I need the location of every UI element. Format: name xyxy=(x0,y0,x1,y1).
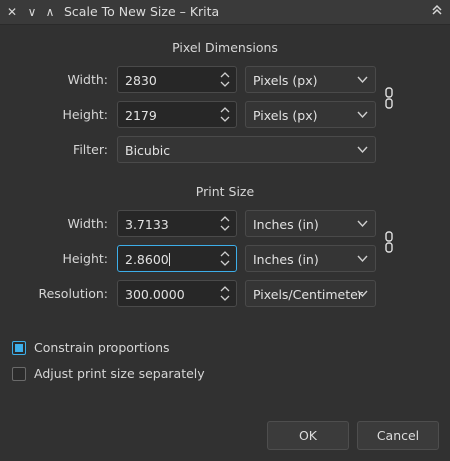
resolution-unit-select[interactable]: Pixels/Centimeter xyxy=(245,280,376,307)
print-size-heading: Print Size xyxy=(195,184,255,199)
print-width-label: Width: xyxy=(67,216,108,231)
print-height-unit-value: Inches (in) xyxy=(253,252,319,267)
spin-arrows-icon[interactable] xyxy=(219,248,231,269)
chevron-down-icon xyxy=(357,111,368,119)
title-bar: ✕ ∨ ∧ Scale To New Size – Krita xyxy=(0,0,450,25)
pixel-width-unit-value: Pixels (px) xyxy=(253,73,318,88)
pixel-chain-link-icon[interactable] xyxy=(385,87,393,109)
filter-select[interactable]: Bicubic xyxy=(117,136,376,163)
chevron-down-icon xyxy=(357,290,368,298)
spin-arrows-icon[interactable] xyxy=(219,69,231,90)
chevron-down-icon xyxy=(357,146,368,154)
pixel-height-unit-value: Pixels (px) xyxy=(253,108,318,123)
spin-arrows-icon[interactable] xyxy=(219,213,231,234)
print-height-label: Height: xyxy=(62,251,108,266)
pixel-width-label: Width: xyxy=(67,72,108,87)
filter-value: Bicubic xyxy=(125,143,171,158)
chevron-down-icon xyxy=(357,220,368,228)
constrain-proportions-checkbox[interactable] xyxy=(12,341,26,355)
print-height-spinbox[interactable]: 2.8600 xyxy=(117,245,237,272)
ok-button[interactable]: OK xyxy=(267,421,349,450)
resolution-unit-value: Pixels/Centimeter xyxy=(253,287,363,302)
pixel-height-spinbox[interactable]: 2179 xyxy=(117,101,237,128)
pixel-dimensions-heading: Pixel Dimensions xyxy=(172,40,278,55)
print-width-unit-value: Inches (in) xyxy=(253,217,319,232)
minimize-icon[interactable]: ∨ xyxy=(24,4,40,20)
constrain-proportions-label[interactable]: Constrain proportions xyxy=(34,340,170,355)
keep-above-icon[interactable] xyxy=(429,4,445,20)
pixel-width-spinbox[interactable]: 2830 xyxy=(117,66,237,93)
spin-arrows-icon[interactable] xyxy=(219,283,231,304)
print-height-value: 2.8600 xyxy=(125,252,170,267)
print-width-unit-select[interactable]: Inches (in) xyxy=(245,210,376,237)
print-chain-link-icon[interactable] xyxy=(385,231,393,253)
spin-arrows-icon[interactable] xyxy=(219,104,231,125)
resolution-label: Resolution: xyxy=(38,286,108,301)
print-width-value: 3.7133 xyxy=(125,217,169,232)
pixel-width-unit-select[interactable]: Pixels (px) xyxy=(245,66,376,93)
pixel-height-value: 2179 xyxy=(125,108,157,123)
close-icon[interactable]: ✕ xyxy=(4,4,20,20)
chevron-down-icon xyxy=(357,255,368,263)
cancel-button[interactable]: Cancel xyxy=(357,421,439,450)
pixel-width-value: 2830 xyxy=(125,73,157,88)
maximize-icon[interactable]: ∧ xyxy=(42,4,58,20)
filter-label: Filter: xyxy=(73,142,108,157)
chevron-down-icon xyxy=(357,76,368,84)
pixel-height-unit-select[interactable]: Pixels (px) xyxy=(245,101,376,128)
pixel-height-label: Height: xyxy=(62,107,108,122)
adjust-print-size-label[interactable]: Adjust print size separately xyxy=(34,366,205,381)
print-height-unit-select[interactable]: Inches (in) xyxy=(245,245,376,272)
print-width-spinbox[interactable]: 3.7133 xyxy=(117,210,237,237)
window-title: Scale To New Size – Krita xyxy=(64,4,220,19)
resolution-value: 300.0000 xyxy=(125,287,185,302)
adjust-print-size-checkbox[interactable] xyxy=(12,367,26,381)
resolution-spinbox[interactable]: 300.0000 xyxy=(117,280,237,307)
